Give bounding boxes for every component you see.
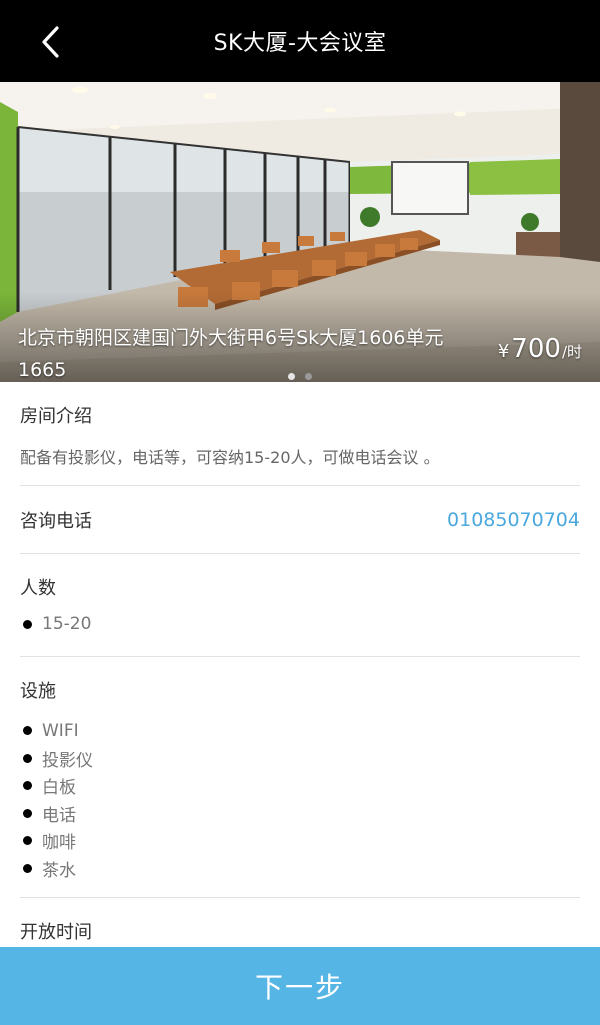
- carousel-indicator: [0, 373, 600, 380]
- bullet-dot-icon: [23, 781, 32, 791]
- people-count: 15-20: [42, 614, 92, 634]
- carousel-dot[interactable]: [288, 373, 295, 380]
- people-title: 人数: [20, 578, 56, 599]
- next-step-button[interactable]: 下一步: [0, 947, 600, 1025]
- facility-label: 咖啡: [42, 833, 76, 854]
- bullet-dot-icon: [23, 863, 32, 873]
- list-item: 白板: [20, 772, 580, 800]
- list-item: 投影仪: [20, 745, 580, 773]
- list-item: 茶水: [20, 855, 580, 883]
- bullet-dot-icon: [23, 753, 32, 763]
- top-bar: SK大厦-大会议室: [0, 0, 600, 82]
- page-title: SK大厦-大会议室: [213, 31, 387, 56]
- price-unit: /时: [561, 343, 582, 361]
- price-currency: ¥: [497, 341, 510, 362]
- list-item: WIFI: [20, 717, 580, 745]
- intro-section: 房间介绍 配备有投影仪，电话等，可容纳15-20人，可做电话会议 。: [20, 382, 580, 486]
- people-list: 15-20: [20, 614, 580, 634]
- phone-section: 咨询电话 01085070704: [20, 486, 580, 554]
- app-screen: SK大厦-大会议室 北京市朝阳区建国门外大街甲6号Sk大厦1606单元1665 …: [0, 0, 600, 1025]
- room-photo-carousel[interactable]: 北京市朝阳区建国门外大街甲6号Sk大厦1606单元1665 ¥ 700 /时: [0, 82, 600, 382]
- facility-label: 白板: [42, 778, 76, 799]
- phone-title: 咨询电话: [20, 510, 92, 532]
- intro-title: 房间介绍: [20, 406, 92, 427]
- list-item: 电话: [20, 800, 580, 828]
- hours-title: 开放时间: [20, 922, 92, 943]
- room-price: ¥ 700 /时: [498, 334, 582, 364]
- bullet-dot-icon: [23, 726, 32, 736]
- list-item: 咖啡: [20, 827, 580, 855]
- carousel-dot[interactable]: [305, 373, 312, 380]
- phone-number-link[interactable]: 01085070704: [447, 509, 580, 531]
- list-item: 15-20: [20, 614, 580, 634]
- bullet-dot-icon: [23, 619, 32, 629]
- price-amount: 700: [511, 334, 561, 364]
- room-details: 房间介绍 配备有投影仪，电话等，可容纳15-20人，可做电话会议 。 咨询电话 …: [20, 382, 580, 958]
- facilities-section: 设施 WIFI 投影仪 白板 电话 咖啡 茶水: [20, 657, 580, 898]
- facility-label: 茶水: [42, 860, 76, 881]
- facility-label: 电话: [42, 805, 76, 826]
- facility-label: WIFI: [42, 720, 79, 741]
- intro-text: 配备有投影仪，电话等，可容纳15-20人，可做电话会议 。: [20, 448, 440, 467]
- bullet-dot-icon: [23, 836, 32, 846]
- facilities-title: 设施: [20, 681, 56, 702]
- facility-label: 投影仪: [42, 750, 93, 771]
- bullet-dot-icon: [23, 808, 32, 818]
- facilities-list: WIFI 投影仪 白板 电话 咖啡 茶水: [20, 717, 580, 882]
- people-section: 人数 15-20: [20, 554, 580, 657]
